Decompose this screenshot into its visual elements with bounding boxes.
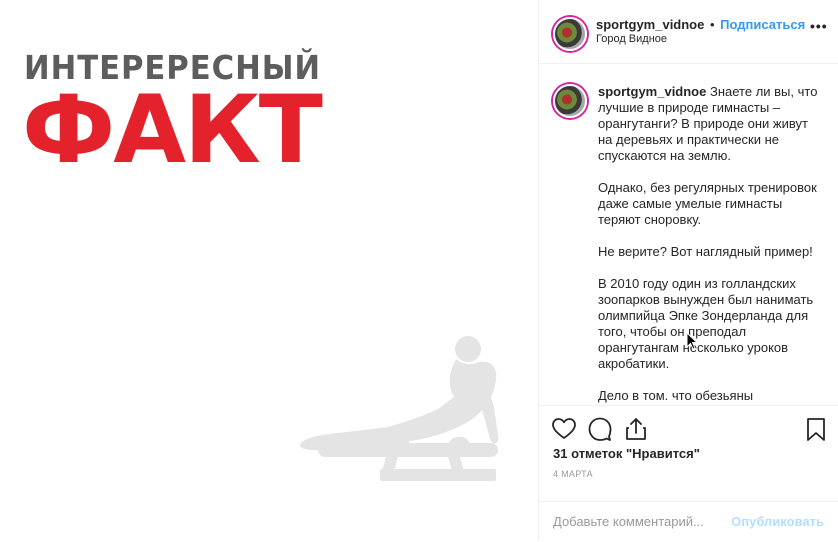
separator-dot: • xyxy=(709,17,715,32)
post-date[interactable]: 4 МАРТА xyxy=(553,469,593,479)
caption-paragraph: Дело в том. что обезьяны xyxy=(598,388,754,403)
comment-bubble-icon[interactable] xyxy=(587,416,613,442)
publish-button[interactable]: Опубликовать xyxy=(731,514,824,529)
gymnast-pommel-horse-icon xyxy=(300,336,499,481)
share-icon[interactable] xyxy=(623,416,649,442)
more-dots-icon[interactable]: ••• xyxy=(810,18,828,34)
heart-icon[interactable] xyxy=(551,416,577,442)
add-comment-section: Опубликовать xyxy=(539,501,838,542)
caption-avatar[interactable] xyxy=(553,84,587,118)
headline-main: ФАКТ xyxy=(22,76,323,185)
bookmark-icon[interactable] xyxy=(803,416,829,442)
caption-username[interactable]: sportgym_vidnoe xyxy=(598,84,706,99)
likes-count[interactable]: 31 отметок "Нравится" xyxy=(553,446,700,461)
header-user-line: sportgym_vidnoe • Подписаться xyxy=(596,17,805,32)
comments-area[interactable]: sportgym_vidnoe Знаете ли вы, что лучшие… xyxy=(539,64,838,404)
caption-text: sportgym_vidnoe Знаете ли вы, что лучшие… xyxy=(598,84,820,404)
avatar[interactable] xyxy=(553,17,587,51)
header-username[interactable]: sportgym_vidnoe xyxy=(596,17,704,32)
post-header: sportgym_vidnoe • Подписаться Город Видн… xyxy=(539,0,838,64)
post-image[interactable]: ИНТЕРЕРЕСНЫЙ ФАКТ xyxy=(0,0,538,540)
caption-paragraph: В 2010 году один из голландских зоопарко… xyxy=(598,276,814,371)
post-actions: 31 отметок "Нравится" 4 МАРТА Опубликова… xyxy=(539,405,838,541)
caption-paragraph: Не верите? Вот наглядный пример! xyxy=(598,244,813,259)
post-side-panel: sportgym_vidnoe • Подписаться Город Видн… xyxy=(539,0,838,540)
comment-input[interactable] xyxy=(553,510,723,532)
location-link[interactable]: Город Видное xyxy=(596,33,667,45)
follow-button[interactable]: Подписаться xyxy=(720,17,805,32)
caption-paragraph: Однако, без регулярных тренировок даже с… xyxy=(598,180,817,227)
mouse-cursor-icon xyxy=(686,332,698,350)
caption-first-paragraph: sportgym_vidnoe Знаете ли вы, что лучшие… xyxy=(598,84,820,164)
